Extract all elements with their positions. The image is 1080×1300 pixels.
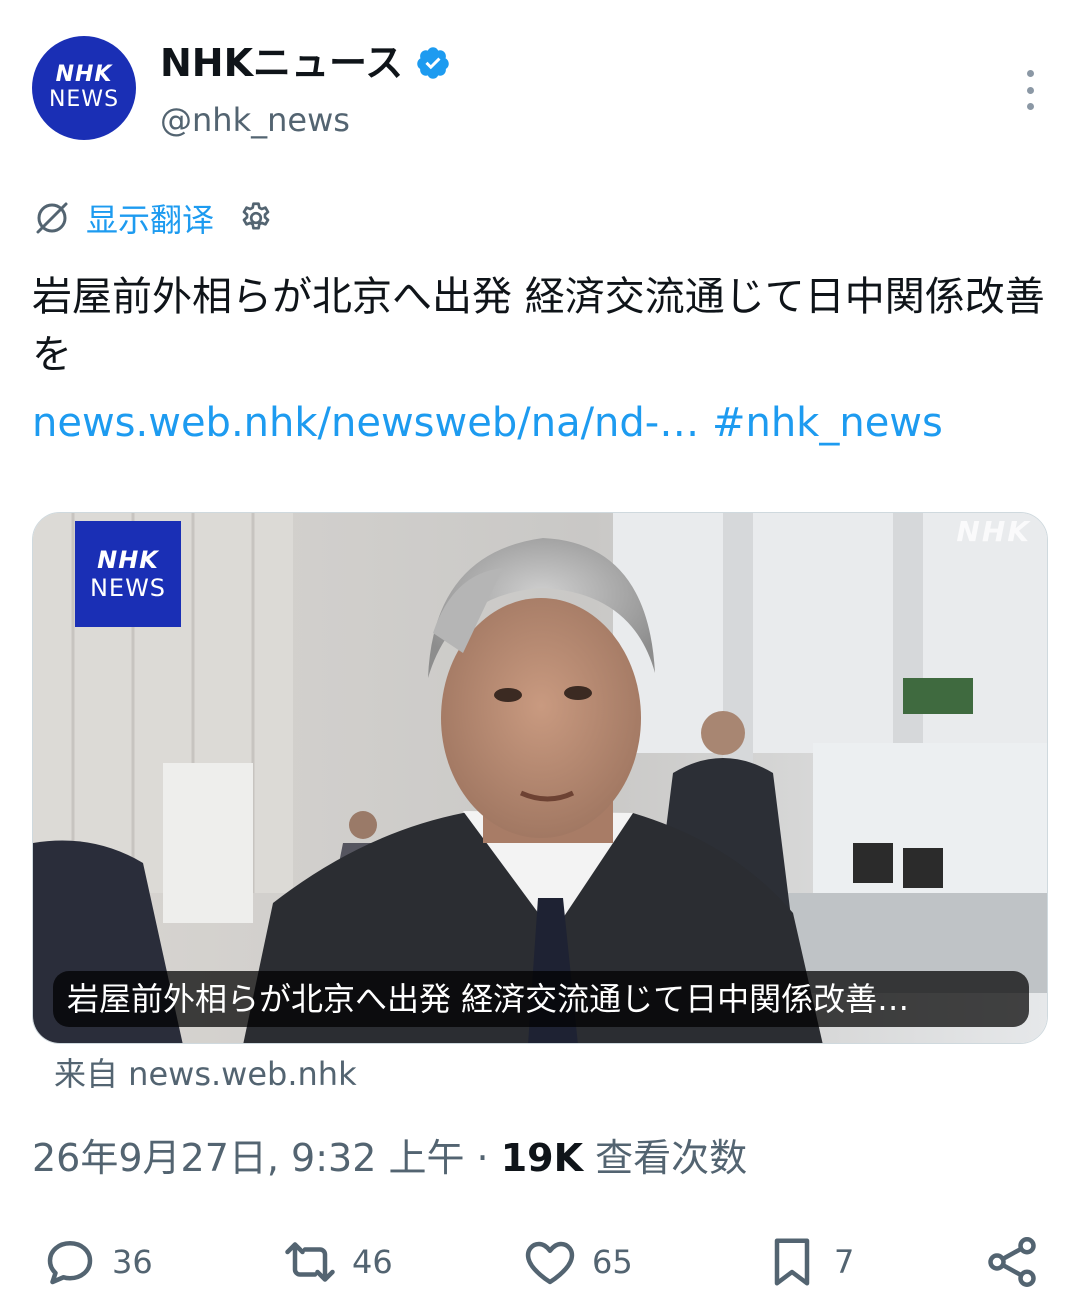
tweet-header: NHK NEWS NHKニュース @nhk_news (32, 36, 1048, 146)
article-link[interactable]: news.web.nhk/newsweb/na/nd-… (32, 400, 699, 446)
link-preview-card[interactable]: NHK NEWS NHK 岩屋前外相らが北京へ出発 経済交流通じて日中関係改善… (32, 512, 1048, 1044)
display-name[interactable]: NHKニュース (160, 40, 403, 86)
heart-icon (525, 1241, 575, 1285)
share-icon (988, 1237, 1036, 1287)
avatar-text-top: NHK (55, 62, 113, 87)
gear-icon[interactable] (238, 200, 274, 236)
timestamp[interactable]: 26年9月27日, 9:32 上午 (32, 1136, 464, 1180)
card-logo-text-top: NHK (97, 546, 159, 574)
meta-separator: · (464, 1136, 501, 1180)
tweet-text: 岩屋前外相らが北京へ出発 経済交流通じて日中関係改善を (32, 274, 1045, 378)
views-label: 查看次数 (583, 1136, 748, 1180)
translate-off-icon (36, 202, 68, 234)
retweet-icon (285, 1242, 335, 1282)
share-button[interactable] (982, 1230, 1042, 1294)
card-source[interactable]: 来自 news.web.nhk (54, 1054, 357, 1094)
like-button[interactable]: 65 (520, 1230, 633, 1294)
show-translation-link[interactable]: 显示翻译 (86, 195, 214, 241)
like-count: 65 (592, 1243, 633, 1281)
card-thumbnail-image (33, 513, 1047, 1043)
tweet-meta: 26年9月27日, 9:32 上午 · 19K 查看次数 (32, 1134, 747, 1182)
avatar-text-bottom: NEWS (48, 87, 120, 112)
user-handle[interactable]: @nhk_news (160, 100, 350, 140)
translate-row: 显示翻译 (32, 196, 274, 240)
views-count: 19K (500, 1136, 584, 1180)
hashtag-link[interactable]: #nhk_news (712, 400, 943, 446)
retweet-count: 46 (352, 1243, 393, 1281)
bookmark-count: 7 (834, 1243, 855, 1281)
reply-count: 36 (112, 1243, 153, 1281)
reply-button[interactable]: 36 (40, 1230, 153, 1294)
nhk-watermark: NHK (956, 515, 1031, 548)
nhk-news-logo: NHK NEWS (75, 521, 181, 627)
card-caption: 岩屋前外相らが北京へ出発 経済交流通じて日中関係改善… (53, 971, 1029, 1027)
avatar[interactable]: NHK NEWS (32, 36, 136, 140)
name-row: NHKニュース (160, 40, 451, 86)
tweet-links: news.web.nhk/newsweb/na/nd-… #nhk_news (32, 394, 1048, 452)
card-logo-text-bottom: NEWS (89, 574, 167, 602)
dot-icon (1026, 86, 1034, 94)
more-options-icon[interactable] (1024, 70, 1036, 110)
bookmark-icon (774, 1238, 810, 1286)
bookmark-button[interactable]: 7 (762, 1230, 854, 1294)
retweet-button[interactable]: 46 (280, 1230, 393, 1294)
reply-icon (47, 1241, 93, 1285)
verified-badge-icon (417, 47, 449, 79)
dot-icon (1026, 103, 1034, 110)
action-bar: 36 46 65 7 (32, 1230, 1048, 1300)
dot-icon (1026, 70, 1034, 77)
